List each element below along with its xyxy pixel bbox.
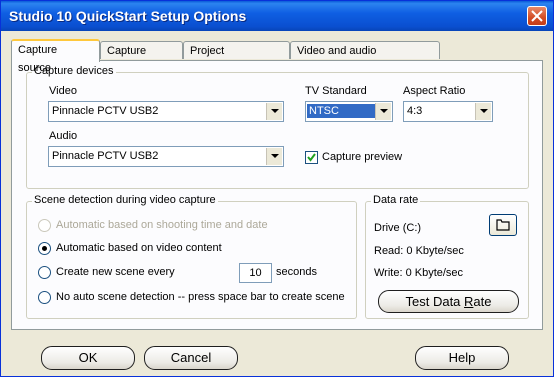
capture-preview-label[interactable]: Capture preview <box>322 151 402 163</box>
aspect-ratio-select[interactable]: 4:3 <box>403 101 493 122</box>
audio-device-value: Pinnacle PCTV USB2 <box>52 150 159 162</box>
radio-video-content-label[interactable]: Automatic based on video content <box>56 242 222 254</box>
chevron-down-icon[interactable] <box>475 103 491 120</box>
radio-no-auto-detection[interactable] <box>38 291 51 304</box>
dialog-window: Studio 10 QuickStart Setup Options Captu… <box>0 0 554 377</box>
radio-shooting-time-label[interactable]: Automatic based on shooting time and dat… <box>56 219 268 231</box>
write-rate-label: Write: 0 Kbyte/sec <box>374 267 464 279</box>
browse-folder-button[interactable] <box>489 214 517 236</box>
audio-label: Audio <box>49 130 78 142</box>
data-rate-label: Data rate <box>371 194 421 206</box>
tv-standard-value: NTSC <box>307 104 376 118</box>
test-button-accel: R <box>464 294 474 309</box>
tv-standard-select[interactable]: NTSC <box>305 101 393 122</box>
read-rate-label: Read: 0 Kbyte/sec <box>374 245 464 257</box>
data-rate-group: Data rate Drive (C:) Read: 0 Kbyte/sec W… <box>365 194 529 319</box>
capture-devices-group: Capture devices Video Pinnacle PCTV USB2… <box>26 65 529 189</box>
video-label: Video <box>49 85 77 97</box>
checkmark-icon <box>307 153 316 162</box>
help-button[interactable]: Help <box>415 346 509 370</box>
drive-label: Drive (C:) <box>374 222 422 234</box>
scene-interval-input[interactable]: 10 <box>239 263 272 283</box>
close-button[interactable] <box>527 6 547 26</box>
tab-project-preferences[interactable]: Project preferences <box>183 41 290 75</box>
tv-standard-label: TV Standard <box>305 85 367 97</box>
tab-capture-source[interactable]: Capture source <box>11 39 100 74</box>
close-icon <box>531 10 543 22</box>
cancel-button[interactable]: Cancel <box>144 346 238 370</box>
aspect-ratio-label: Aspect Ratio <box>403 85 466 97</box>
chevron-down-icon[interactable] <box>375 103 391 120</box>
radio-new-scene-every[interactable] <box>38 266 51 279</box>
test-data-rate-button[interactable]: Test Data Rate <box>378 290 519 313</box>
test-button-text-end: ate <box>473 294 492 309</box>
video-device-value: Pinnacle PCTV USB2 <box>52 105 159 117</box>
radio-new-scene-every-label[interactable]: Create new scene every <box>56 266 175 278</box>
tab-video-audio-preferences[interactable]: Video and audio preferences <box>290 41 440 75</box>
radio-shooting-time[interactable] <box>38 219 51 232</box>
tab-panel: Capture devices Video Pinnacle PCTV USB2… <box>11 60 543 330</box>
ok-button[interactable]: OK <box>41 346 135 370</box>
scene-detection-label: Scene detection during video capture <box>32 194 218 206</box>
test-button-text: Test Data <box>405 294 465 309</box>
chevron-down-icon[interactable] <box>266 103 282 120</box>
radio-video-content[interactable] <box>38 242 51 255</box>
aspect-ratio-value: 4:3 <box>407 105 423 117</box>
capture-preview-checkbox[interactable] <box>305 151 318 164</box>
radio-no-auto-detection-label[interactable]: No auto scene detection -- press space b… <box>56 291 345 303</box>
title-bar[interactable]: Studio 10 QuickStart Setup Options <box>1 1 553 31</box>
scene-detection-group: Scene detection during video capture Aut… <box>26 194 357 319</box>
tab-capture-format[interactable]: Capture format <box>100 41 183 75</box>
video-device-select[interactable]: Pinnacle PCTV USB2 <box>48 101 284 122</box>
audio-device-select[interactable]: Pinnacle PCTV USB2 <box>48 146 284 167</box>
folder-icon <box>496 219 510 231</box>
seconds-label: seconds <box>276 266 317 278</box>
chevron-down-icon[interactable] <box>266 148 282 165</box>
window-title: Studio 10 QuickStart Setup Options <box>9 8 247 24</box>
